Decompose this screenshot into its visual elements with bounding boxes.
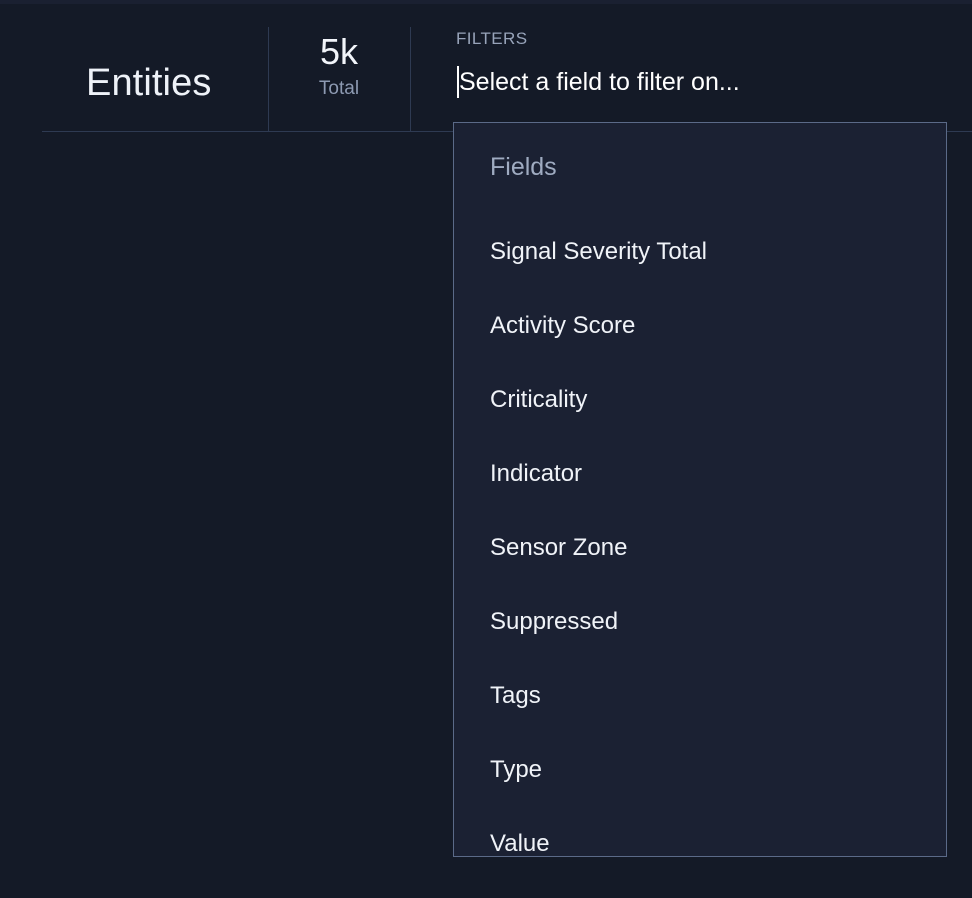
field-option-value[interactable]: Value bbox=[454, 807, 946, 857]
field-option-indicator[interactable]: Indicator bbox=[454, 437, 946, 511]
field-option-label: Tags bbox=[490, 682, 541, 709]
field-option-label: Criticality bbox=[490, 386, 588, 413]
field-option-label: Signal Severity Total bbox=[490, 238, 708, 265]
filters-control: FILTERS Select a field to filter on... bbox=[456, 26, 956, 100]
filter-input-wrap[interactable]: Select a field to filter on... bbox=[456, 66, 956, 100]
field-option-label: Indicator bbox=[490, 460, 583, 487]
field-option-signal-severity-total[interactable]: Signal Severity Total bbox=[454, 215, 946, 289]
field-option-tags[interactable]: Tags bbox=[454, 659, 946, 733]
field-option-criticality[interactable]: Criticality bbox=[454, 363, 946, 437]
dropdown-section-heading: Fields bbox=[490, 153, 557, 181]
field-option-activity-score[interactable]: Activity Score bbox=[454, 289, 946, 363]
field-option-list: Signal Severity Total Activity Score Cri… bbox=[454, 215, 946, 857]
field-option-label: Sensor Zone bbox=[490, 534, 628, 561]
field-option-sensor-zone[interactable]: Sensor Zone bbox=[454, 511, 946, 585]
field-option-type[interactable]: Type bbox=[454, 733, 946, 807]
total-entities-stat: 5k Total bbox=[268, 30, 410, 102]
filter-field-input-placeholder[interactable]: Select a field to filter on... bbox=[459, 66, 740, 98]
field-option-label: Activity Score bbox=[490, 312, 636, 339]
app-root: Entities 5k Total FILTERS Select a field… bbox=[0, 0, 972, 898]
field-option-label: Type bbox=[490, 756, 543, 783]
page-header: Entities 5k Total FILTERS Select a field… bbox=[0, 4, 972, 132]
filters-label: FILTERS bbox=[456, 29, 528, 48]
field-option-label: Value bbox=[490, 830, 550, 857]
field-option-label: Suppressed bbox=[490, 608, 619, 635]
total-entities-label: Total bbox=[318, 78, 360, 99]
header-divider-right bbox=[410, 27, 411, 131]
page-title: Entities bbox=[86, 62, 212, 104]
field-option-suppressed[interactable]: Suppressed bbox=[454, 585, 946, 659]
total-entities-value: 5k bbox=[319, 31, 359, 72]
field-selector-dropdown: Fields Signal Severity Total Activity Sc… bbox=[453, 122, 947, 857]
